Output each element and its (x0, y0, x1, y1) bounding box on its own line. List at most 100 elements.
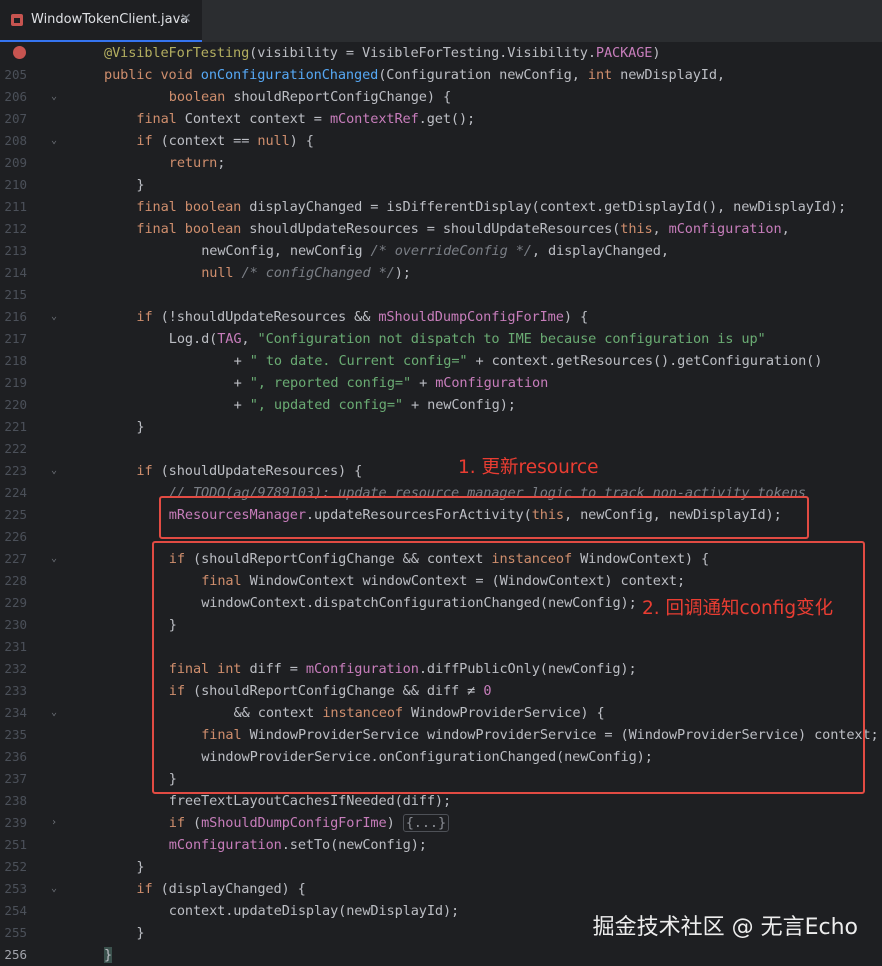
code-token: (context == (160, 133, 258, 149)
code-line[interactable]: 209 return; (0, 152, 882, 174)
code-line[interactable]: 218 + " to date. Current config=" + conte… (0, 350, 882, 372)
code-text: if (shouldUpdateResources) { (136, 460, 362, 482)
line-number: 226 (4, 529, 27, 544)
code-token: , (652, 221, 669, 237)
fold-collapse-icon[interactable]: ⌄ (51, 702, 63, 724)
code-line[interactable]: 215 (0, 284, 882, 306)
code-text: if (context == null) { (136, 130, 314, 152)
code-token: , (781, 221, 790, 237)
code-token: ( (193, 815, 202, 831)
code-text: null /* configChanged */); (201, 262, 411, 284)
code-token: return (168, 155, 218, 171)
code-token: final boolean (136, 221, 250, 237)
breakpoint-icon[interactable] (13, 46, 26, 59)
code-token: mConfiguration (435, 375, 549, 391)
line-number: 253 (4, 881, 27, 896)
code-token: ) { (563, 309, 589, 325)
highlight-box-callback (152, 541, 865, 794)
code-line[interactable]: 207 final Context context = mContextRef.g… (0, 108, 882, 130)
code-text: + " to date. Current config=" + context.… (234, 350, 823, 372)
java-file-icon (11, 14, 23, 26)
line-number: 220 (4, 397, 27, 412)
highlight-box-update-resources (159, 496, 809, 539)
code-text: Log.d(TAG, "Configuration not dispatch t… (169, 328, 766, 350)
code-token: (shouldUpdateResources) { (160, 463, 363, 479)
code-token: , (241, 331, 258, 347)
code-token: ) (652, 45, 661, 61)
tab-label: WindowTokenClient.java (31, 12, 189, 27)
code-line[interactable]: 214 null /* configChanged */); (0, 262, 882, 284)
fold-collapse-icon[interactable]: ⌄ (51, 86, 63, 108)
code-text: if (mShouldDumpConfigForIme) {...} (168, 812, 450, 834)
code-token: onConfigurationChanged (200, 67, 379, 83)
fold-expand-icon[interactable]: › (51, 812, 63, 834)
fold-collapse-icon[interactable]: ⌄ (51, 548, 63, 570)
code-token: + (233, 397, 250, 413)
code-line[interactable]: 205 public void onConfigurationChanged(Co… (0, 64, 882, 86)
code-line[interactable]: 213 newConfig, newConfig /* overrideConfi… (0, 240, 882, 262)
code-token: if (168, 815, 193, 831)
line-number: 234 (4, 705, 27, 720)
line-number: 222 (4, 441, 27, 456)
code-line[interactable]: 256} (0, 944, 882, 966)
line-number: 210 (4, 177, 27, 192)
code-line[interactable]: 212 final boolean shouldUpdateResources =… (0, 218, 882, 240)
code-line[interactable]: 222 (0, 438, 882, 460)
line-number: 255 (4, 925, 27, 940)
code-token: TAG (217, 331, 242, 347)
code-line[interactable]: 210} (0, 174, 882, 196)
fold-collapse-icon[interactable]: ⌄ (51, 878, 63, 900)
tab-window-token-client[interactable]: WindowTokenClient.java ✕ (0, 0, 202, 42)
code-token: freeTextLayoutCachesIfNeeded(diff); (168, 793, 452, 809)
fold-collapse-icon[interactable]: ⌄ (51, 130, 63, 152)
line-number: 231 (4, 639, 27, 654)
code-token: if (136, 881, 161, 897)
code-token: Context context = (184, 111, 330, 127)
code-line[interactable]: 221} (0, 416, 882, 438)
code-token: } (136, 177, 145, 193)
annotation-label-1: 1. 更新resource (458, 457, 599, 478)
code-line[interactable]: 217 Log.d(TAG, "Configuration not dispatc… (0, 328, 882, 350)
code-text: final boolean displayChanged = isDiffere… (136, 196, 846, 218)
code-token: if (136, 309, 161, 325)
code-token: , displayChanged, (531, 243, 669, 259)
code-token: newConfig, newConfig (201, 243, 371, 259)
code-line[interactable]: 239 › if (mShouldDumpConfigForIme) {...} (0, 812, 882, 834)
fold-collapse-icon[interactable]: ⌄ (51, 306, 63, 328)
line-number: 238 (4, 793, 27, 808)
line-number: 252 (4, 859, 27, 874)
code-line[interactable]: 219 + ", reported config=" + mConfigurati… (0, 372, 882, 394)
code-line[interactable]: 216 ⌄ if (!shouldUpdateResources && mShoul… (0, 306, 882, 328)
code-line[interactable]: 252} (0, 856, 882, 878)
code-line[interactable]: @VisibleForTesting(visibility = VisibleF… (0, 42, 882, 64)
code-text: newConfig, newConfig /* overrideConfig *… (201, 240, 669, 262)
code-line[interactable]: 251 mConfiguration.setTo(newConfig); (0, 834, 882, 856)
line-number: 221 (4, 419, 27, 434)
line-number: 254 (4, 903, 27, 918)
watermark: 掘金技术社区 @ 无言Echo (592, 915, 858, 940)
code-token: mShouldDumpConfigForIme (378, 309, 564, 325)
code-token: ) { (289, 133, 314, 149)
code-line[interactable]: 220 + ", updated config=" + newConfig); (0, 394, 882, 416)
folded-region[interactable]: {...} (402, 814, 450, 832)
line-number: 213 (4, 243, 27, 258)
code-token: int (587, 67, 621, 83)
line-number: 251 (4, 837, 27, 852)
code-line[interactable]: 208 ⌄ if (context == null) { (0, 130, 882, 152)
close-tab-icon[interactable]: ✕ (180, 11, 192, 27)
code-text: final boolean shouldUpdateResources = sh… (136, 218, 789, 240)
code-token: shouldReportConfigChange) { (233, 89, 452, 105)
code-token: Log. (168, 331, 202, 347)
line-number: 229 (4, 595, 27, 610)
code-token: "Configuration not dispatch to IME becau… (257, 331, 766, 347)
code-line[interactable]: 211 final boolean displayChanged = isDiff… (0, 196, 882, 218)
fold-collapse-icon[interactable]: ⌄ (51, 460, 63, 482)
code-line[interactable]: 223 ⌄ if (shouldUpdateResources) { (0, 460, 882, 482)
code-text: if (!shouldUpdateResources && mShouldDum… (136, 306, 588, 328)
code-text: + ", updated config=" + newConfig); (234, 394, 516, 416)
code-line[interactable]: 206 ⌄ boolean shouldReportConfigChange) { (0, 86, 882, 108)
code-line[interactable]: 253 ⌄ if (displayChanged) { (0, 878, 882, 900)
code-token: ); (394, 265, 411, 281)
code-token: + (233, 375, 250, 391)
code-token: } (136, 859, 145, 875)
